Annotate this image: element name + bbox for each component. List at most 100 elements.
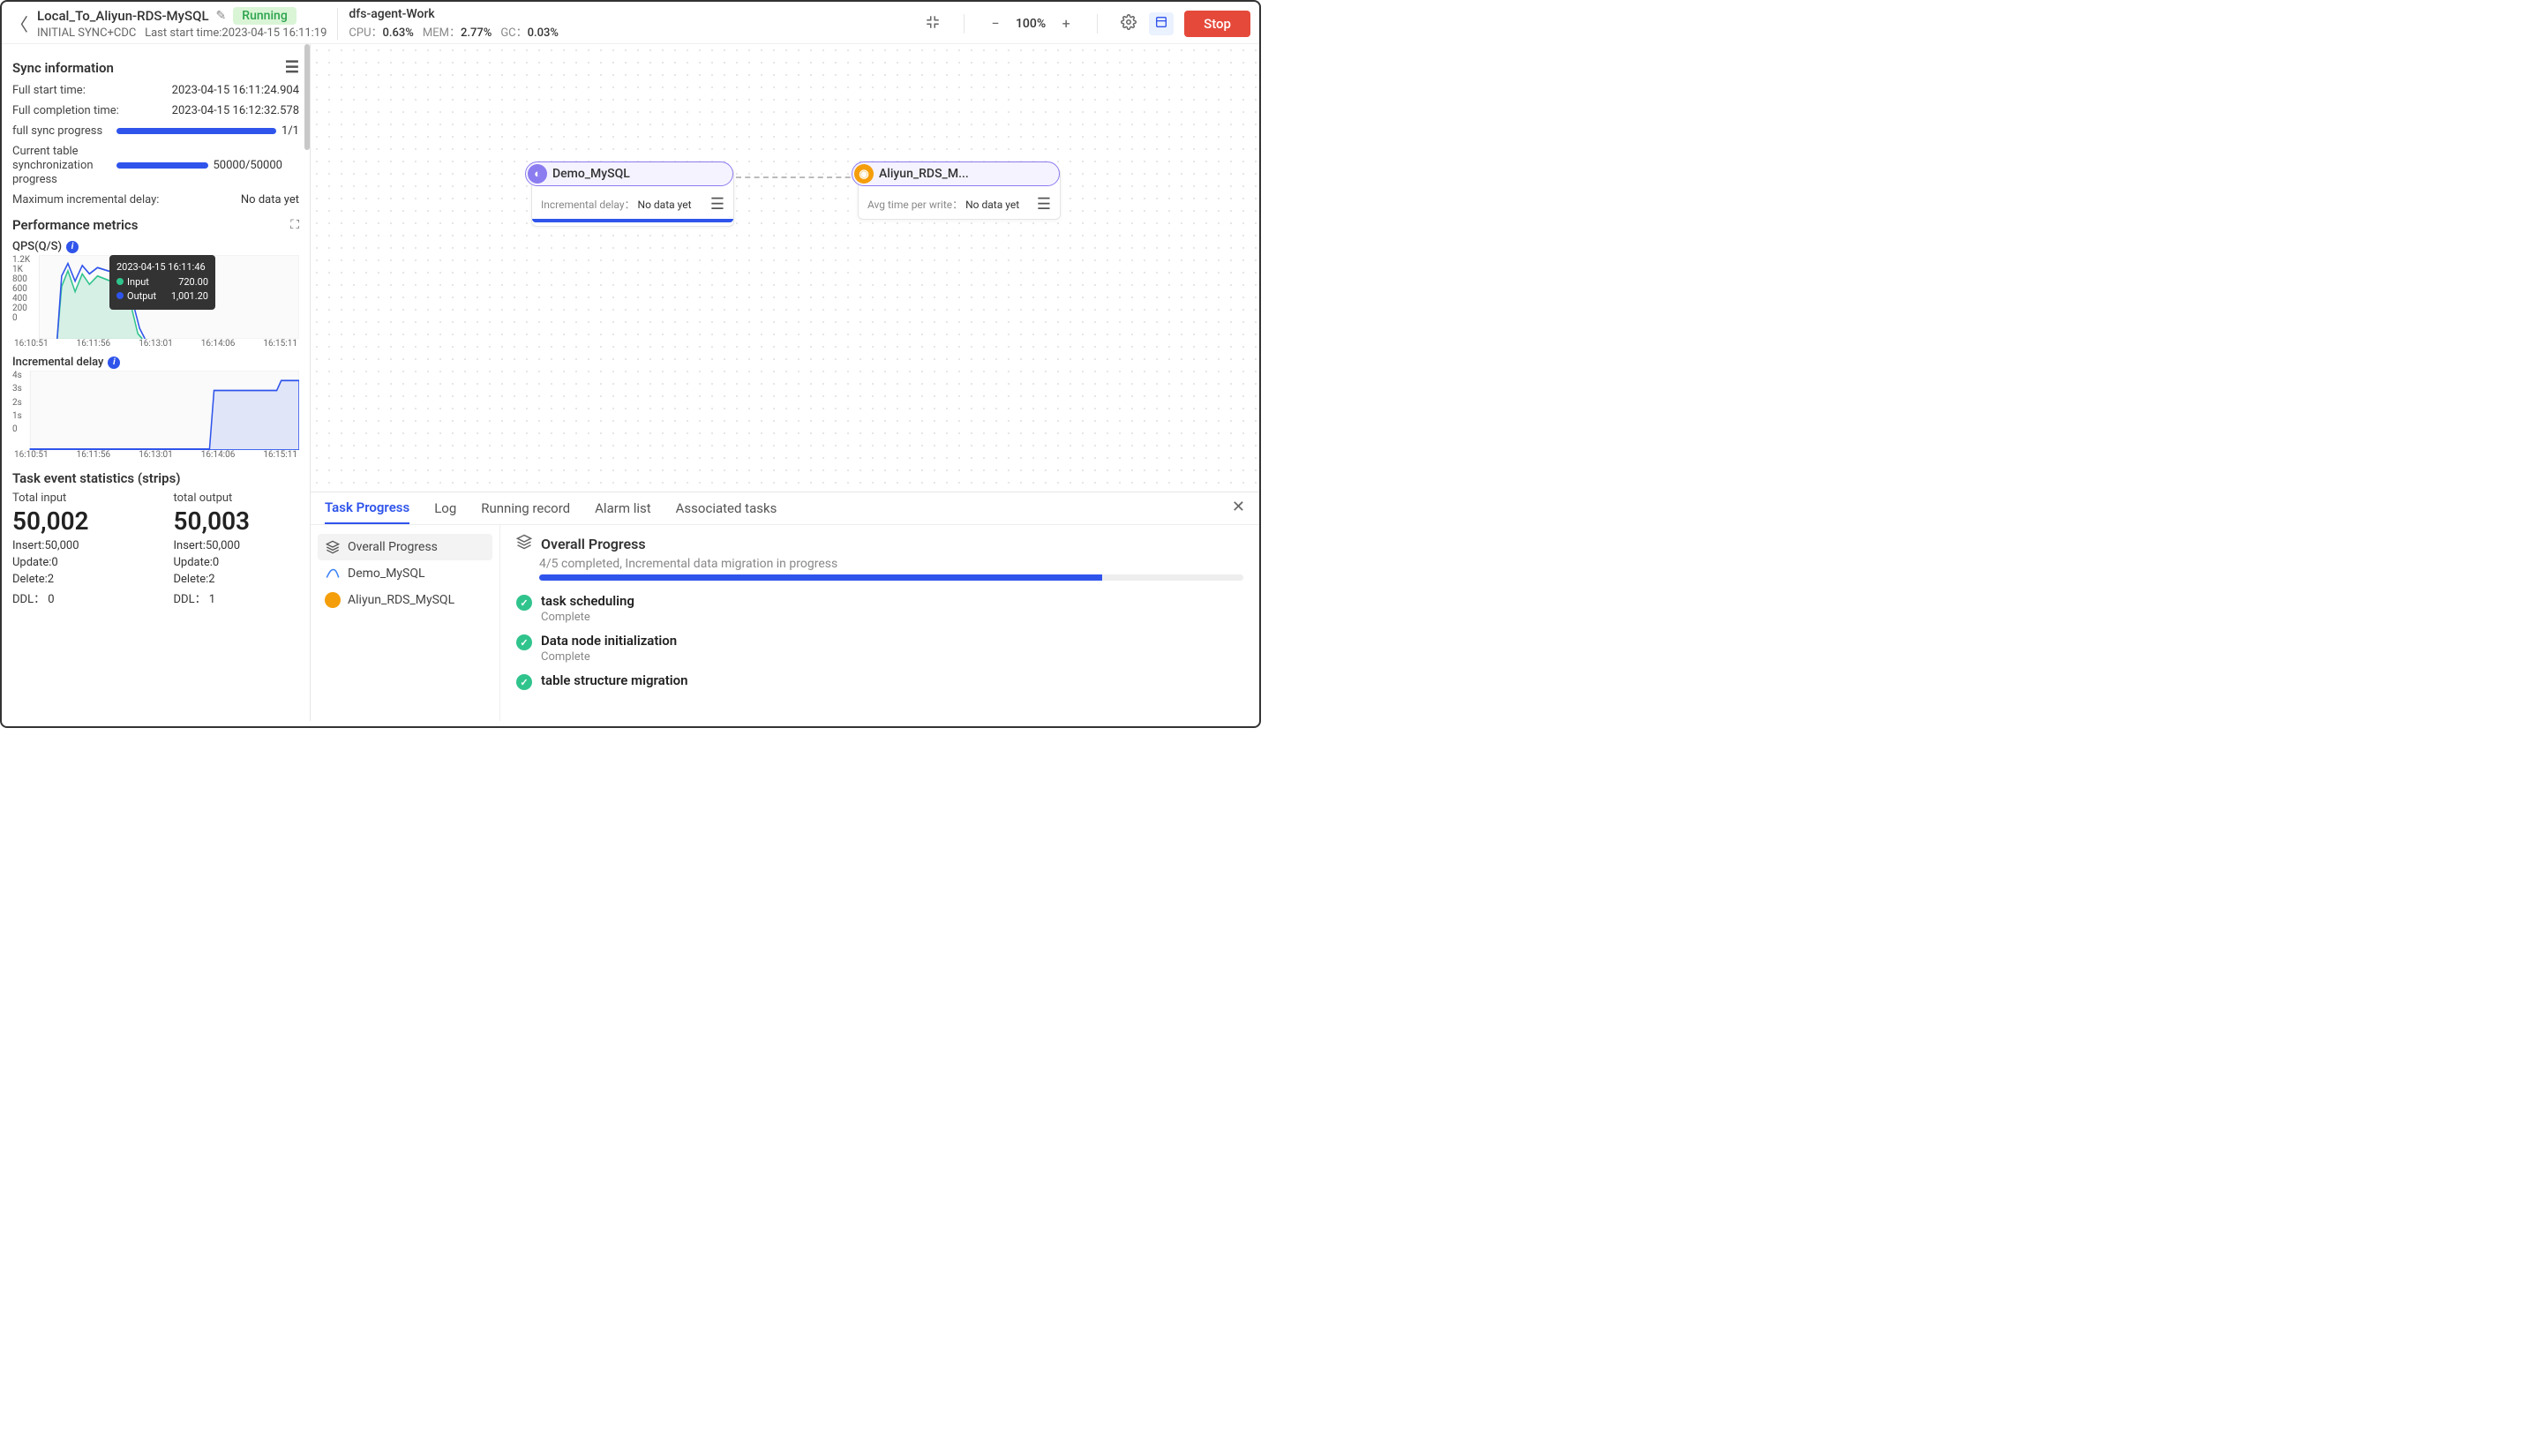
back-button[interactable]: 〈 (11, 11, 28, 36)
tick: 16:15:11 (263, 450, 297, 460)
tgt-metric-value: No data yet (965, 199, 1019, 211)
task-title-block: Local_To_Aliyun-RDS-MySQL ✎ Running INIT… (37, 7, 327, 40)
tick: 800 (12, 274, 30, 284)
tab-associated-tasks[interactable]: Associated tasks (676, 500, 777, 523)
step-status: Complete (541, 650, 677, 664)
scrollbar[interactable] (304, 44, 310, 150)
qps-tooltip: 2023-04-15 16:11:46 Input720.00 Output1,… (109, 255, 215, 310)
aliyun-icon: ◉ (854, 164, 874, 184)
target-node[interactable]: ◉ Aliyun_RDS_M... Avg time per write： No… (858, 168, 1061, 220)
tooltip-input-label: Input (127, 276, 149, 288)
tick: 16:11:56 (77, 450, 111, 460)
panel-toggle-icon[interactable] (1149, 12, 1174, 35)
progress-side-item[interactable]: Aliyun_RDS_MySQL (318, 587, 492, 613)
max-delay-label: Maximum incremental delay: (12, 193, 159, 208)
mysql-icon (325, 566, 341, 582)
tab-running-record[interactable]: Running record (481, 500, 570, 523)
input-stats: Total input 50,002 Insert:50,000Update:0… (12, 492, 139, 606)
check-icon: ✓ (516, 595, 532, 611)
tab-log[interactable]: Log (434, 500, 456, 523)
info-icon[interactable]: i (108, 356, 120, 369)
ps-item-label: Overall Progress (348, 540, 438, 554)
tick: 16:15:11 (263, 339, 297, 349)
full-start-label: Full start time: (12, 84, 86, 99)
zoom-level: 100% (1016, 17, 1046, 31)
full-complete-value: 2023-04-15 16:12:32.578 (172, 104, 299, 119)
src-metric-value: No data yet (638, 199, 692, 211)
stat-line: DDL： 0 (12, 589, 139, 606)
stat-line: Insert:50,000 (174, 539, 300, 552)
stat-line: Delete:2 (12, 573, 139, 586)
list-icon[interactable]: ☰ (285, 58, 299, 77)
tick: 16:14:06 (201, 450, 236, 460)
tick: 16:10:51 (14, 339, 49, 349)
tooltip-time: 2023-04-15 16:11:46 (116, 260, 208, 275)
status-badge: Running (233, 7, 296, 25)
tab-alarm-list[interactable]: Alarm list (595, 500, 651, 523)
expand-icon[interactable]: ⛶ (290, 218, 299, 232)
tick: 4s (12, 371, 22, 380)
tab-task-progress[interactable]: Task Progress (325, 499, 409, 524)
overall-title: Overall Progress (541, 536, 646, 552)
src-metric-label: Incremental delay： (541, 199, 635, 211)
overall-subtitle: 4/5 completed, Incremental data migratio… (539, 557, 1243, 571)
progress-step: ✓table structure migration (516, 672, 1243, 690)
cpu-value: 0.63% (383, 26, 414, 40)
agent-block: dfs-agent-Work CPU：0.63% MEM：2.77% GC：0.… (349, 7, 559, 40)
list-icon[interactable]: ☰ (1037, 195, 1051, 214)
bottom-panel: Task Progress Log Running record Alarm list… (311, 492, 1259, 721)
tooltip-output-value: 1,001.20 (171, 289, 208, 304)
full-sync-bar (116, 128, 276, 134)
stat-line: Update:0 (174, 556, 300, 569)
source-node[interactable]: ◐ Demo_MySQL Incremental delay： No data … (531, 168, 734, 227)
stat-line: Update:0 (12, 556, 139, 569)
list-icon[interactable]: ☰ (710, 195, 724, 214)
progress-side-item[interactable]: Overall Progress (318, 534, 492, 560)
stat-line: Delete:2 (174, 573, 300, 586)
divider (964, 14, 965, 34)
divider (337, 8, 338, 40)
input-total: 50,002 (12, 507, 139, 536)
settings-icon[interactable] (1119, 14, 1138, 34)
ps-item-label: Aliyun_RDS_MySQL (348, 593, 454, 607)
delay-chart: 4s3s2s1s0 (12, 371, 299, 450)
tooltip-output-label: Output (127, 290, 156, 302)
tick: 16:14:06 (201, 339, 236, 349)
tick: 2s (12, 398, 22, 408)
tick: 1s (12, 411, 22, 421)
tick: 0 (12, 313, 30, 323)
tgt-metric-label: Avg time per write： (867, 199, 963, 211)
tick: 16:10:51 (14, 450, 49, 460)
progress-side-item[interactable]: Demo_MySQL (318, 560, 492, 587)
table-sync-value: 50000/50000 (214, 159, 282, 172)
full-complete-label: Full completion time: (12, 104, 119, 119)
stop-button[interactable]: Stop (1184, 11, 1250, 37)
node-progress-bar (532, 219, 733, 222)
source-node-name: Demo_MySQL (552, 167, 630, 181)
gc-label: GC： (500, 26, 527, 40)
tick: 3s (12, 384, 22, 394)
zoom-out-button[interactable]: − (986, 15, 1005, 32)
close-panel-button[interactable]: ✕ (1232, 498, 1245, 516)
edit-icon[interactable]: ✎ (216, 9, 227, 23)
stack-icon (516, 534, 532, 553)
tick: 200 (12, 304, 30, 313)
pipeline-edge (736, 176, 859, 178)
pipeline-canvas[interactable]: ◐ Demo_MySQL Incremental delay： No data … (311, 44, 1259, 492)
tick: 1.2K (12, 255, 30, 265)
output-stats: total output 50,003 Insert:50,000Update:… (174, 492, 300, 606)
mysql-icon: ◐ (528, 164, 547, 184)
sidebar: Sync information ☰ Full start time: 2023-… (2, 44, 311, 721)
info-icon[interactable]: i (66, 241, 79, 253)
collapse-icon[interactable] (923, 14, 942, 34)
stats-heading: Task event statistics (strips) (12, 470, 299, 486)
full-start-value: 2023-04-15 16:11:24.904 (172, 84, 299, 99)
task-title: Local_To_Aliyun-RDS-MySQL (37, 8, 209, 24)
last-start-label: Last start time: (145, 26, 221, 40)
sync-mode: INITIAL SYNC+CDC (37, 26, 136, 40)
aliyun-icon (325, 592, 341, 608)
zoom-in-button[interactable]: + (1056, 15, 1076, 32)
full-sync-label: full sync progress (12, 124, 109, 139)
step-status: Complete (541, 611, 634, 624)
sync-info-heading: Sync information (12, 60, 114, 76)
